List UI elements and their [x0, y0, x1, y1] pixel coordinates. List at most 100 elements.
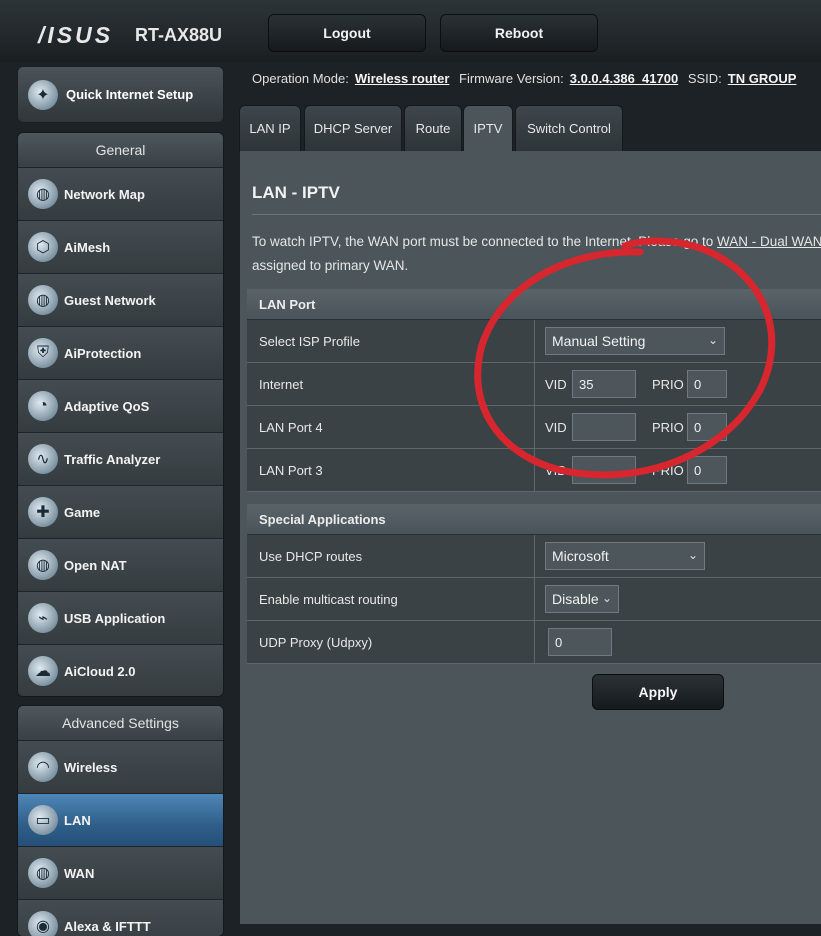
vid-label: VID [545, 377, 567, 392]
advanced-settings-heading: Advanced Settings [18, 706, 223, 740]
page-title: LAN - IPTV [252, 183, 340, 202]
internet-prio-input[interactable]: 0 [687, 370, 727, 398]
apply-button[interactable]: Apply [592, 674, 724, 710]
sidebar-item-label: Open NAT [64, 557, 127, 573]
lan-port-3-vid-input[interactable] [572, 456, 636, 484]
quick-internet-setup-button[interactable]: ✦ Quick Internet Setup [18, 67, 223, 122]
prio-label: PRIO [652, 420, 684, 435]
internet-vid-input[interactable]: 35 [572, 370, 636, 398]
reboot-button[interactable]: Reboot [440, 14, 598, 52]
tab-iptv[interactable]: IPTV [464, 106, 512, 151]
special-applications-table: Special Applications Use DHCP routes Mic… [247, 504, 821, 664]
title-divider [252, 214, 821, 215]
isp-profile-value: Manual Setting [552, 333, 646, 349]
wireless-icon: ◠ [28, 752, 58, 782]
sidebar-item-label: USB Application [64, 610, 166, 626]
sidebar-item-wan[interactable]: ◍ WAN [18, 846, 223, 899]
sidebar-item-aimesh[interactable]: ⬡ AiMesh [18, 220, 223, 273]
sidebar-item-label: WAN [64, 865, 95, 881]
sidebar-item-label: Game [64, 504, 101, 520]
sidebar-item-network-map[interactable]: ◍ Network Map [18, 167, 223, 220]
sidebar-item-guest-network[interactable]: ◍ Guest Network [18, 273, 223, 326]
ssid-link[interactable]: TN GROUP [728, 71, 797, 86]
table-row: Select ISP Profile Manual Setting ⌄ [247, 320, 821, 363]
vid-label: VID [545, 463, 567, 478]
operation-mode-label: Operation Mode: [252, 71, 349, 86]
sidebar-item-label: LAN [64, 812, 91, 828]
open-nat-icon: ◍ [28, 550, 58, 580]
udpxy-input[interactable]: 0 [548, 628, 612, 656]
chevron-down-icon: ⌄ [687, 548, 698, 562]
isp-profile-select[interactable]: Manual Setting ⌄ [545, 327, 725, 355]
sidebar-item-label: AiCloud 2.0 [64, 663, 136, 679]
vid-label: VID [545, 420, 567, 435]
wizard-icon: ✦ [28, 79, 58, 110]
lan-port-4-vid-input[interactable] [572, 413, 636, 441]
table-row: Internet VID 35 PRIO 0 [247, 363, 821, 406]
firmware-label: Firmware Version: [459, 71, 564, 86]
lan-port-heading: LAN Port [247, 289, 821, 320]
multicast-routing-value: Disable [552, 591, 599, 607]
wan-globe-icon: ◍ [28, 858, 58, 888]
mesh-icon: ⬡ [28, 232, 58, 262]
speedometer-icon: ◔ [28, 391, 58, 421]
chevron-down-icon: ⌄ [707, 333, 718, 347]
sidebar-item-aicloud[interactable]: ☁ AiCloud 2.0 [18, 644, 223, 696]
general-menu: General ◍ Network Map ⬡ AiMesh ◍ Guest N… [18, 133, 223, 696]
internet-row-label: Internet [259, 376, 304, 392]
sidebar-item-wireless[interactable]: ◠ Wireless [18, 740, 223, 793]
tab-dhcp-server[interactable]: DHCP Server [305, 106, 401, 151]
chevron-down-icon: ⌄ [601, 591, 612, 605]
sidebar-item-label: AiMesh [64, 239, 111, 255]
description-text-line2: assigned to primary WAN. [252, 258, 409, 273]
sidebar-item-label: Wireless [64, 759, 118, 775]
tab-switch-control[interactable]: Switch Control [516, 106, 622, 151]
tab-lan-ip[interactable]: LAN IP [240, 106, 300, 151]
globe-network-icon: ◍ [28, 179, 58, 209]
tab-route[interactable]: Route [405, 106, 461, 151]
sidebar-item-adaptive-qos[interactable]: ◔ Adaptive QoS [18, 379, 223, 432]
multicast-routing-select[interactable]: Disable ⌄ [545, 585, 619, 613]
sidebar-item-label: Guest Network [64, 292, 156, 308]
description-text: To watch IPTV, the WAN port must be conn… [252, 234, 718, 249]
table-row: UDP Proxy (Udpxy) 0 [247, 621, 821, 664]
lan-port-table: LAN Port Select ISP Profile Manual Setti… [247, 289, 821, 492]
multicast-routing-label: Enable multicast routing [259, 591, 398, 607]
special-applications-heading: Special Applications [247, 504, 821, 535]
router-model: RT-AX88U [135, 25, 223, 45]
dhcp-routes-value: Microsoft [552, 548, 609, 564]
asus-logo: /ISUS [38, 22, 114, 48]
sidebar-item-lan[interactable]: ▭ LAN [18, 793, 223, 846]
udpxy-label: UDP Proxy (Udpxy) [259, 634, 373, 650]
dhcp-routes-label: Use DHCP routes [259, 548, 363, 564]
wan-dual-wan-link[interactable]: WAN - Dual WAN [717, 234, 821, 249]
page-description: To watch IPTV, the WAN port must be conn… [252, 230, 821, 278]
guest-globe-icon: ◍ [28, 285, 58, 315]
firmware-link[interactable]: 3.0.0.4.386_41700 [570, 71, 678, 86]
table-row: LAN Port 3 VID PRIO 0 [247, 449, 821, 492]
sidebar-item-open-nat[interactable]: ◍ Open NAT [18, 538, 223, 591]
isp-profile-label: Select ISP Profile [259, 333, 360, 349]
sidebar-item-alexa-ifttt[interactable]: ◉ Alexa & IFTTT [18, 899, 223, 936]
sidebar-item-traffic-analyzer[interactable]: ∿ Traffic Analyzer [18, 432, 223, 485]
sidebar-item-aiprotection[interactable]: ⛨ AiProtection [18, 326, 223, 379]
lan-icon: ▭ [28, 805, 58, 835]
operation-mode-link[interactable]: Wireless router [355, 71, 450, 86]
prio-label: PRIO [652, 377, 684, 392]
logout-button[interactable]: Logout [268, 14, 426, 52]
lan-port-3-prio-input[interactable]: 0 [687, 456, 727, 484]
ssid-label: SSID: [687, 71, 722, 86]
lan-port-4-label: LAN Port 4 [259, 419, 323, 435]
sidebar-item-label: Alexa & IFTTT [64, 918, 151, 934]
gamepad-icon: ✚ [28, 497, 58, 527]
sidebar-item-usb-application[interactable]: ⌁ USB Application [18, 591, 223, 644]
lan-port-4-prio-input[interactable]: 0 [687, 413, 727, 441]
sidebar-item-label: Traffic Analyzer [64, 451, 161, 467]
sidebar-item-game[interactable]: ✚ Game [18, 485, 223, 538]
status-bar: Operation Mode: Wireless router Firmware … [252, 71, 802, 86]
table-row: Use DHCP routes Microsoft ⌄ [247, 535, 821, 578]
dhcp-routes-select[interactable]: Microsoft ⌄ [545, 542, 705, 570]
general-heading: General [18, 133, 223, 167]
cloud-icon: ☁ [28, 656, 58, 686]
pulse-icon: ∿ [28, 444, 58, 474]
